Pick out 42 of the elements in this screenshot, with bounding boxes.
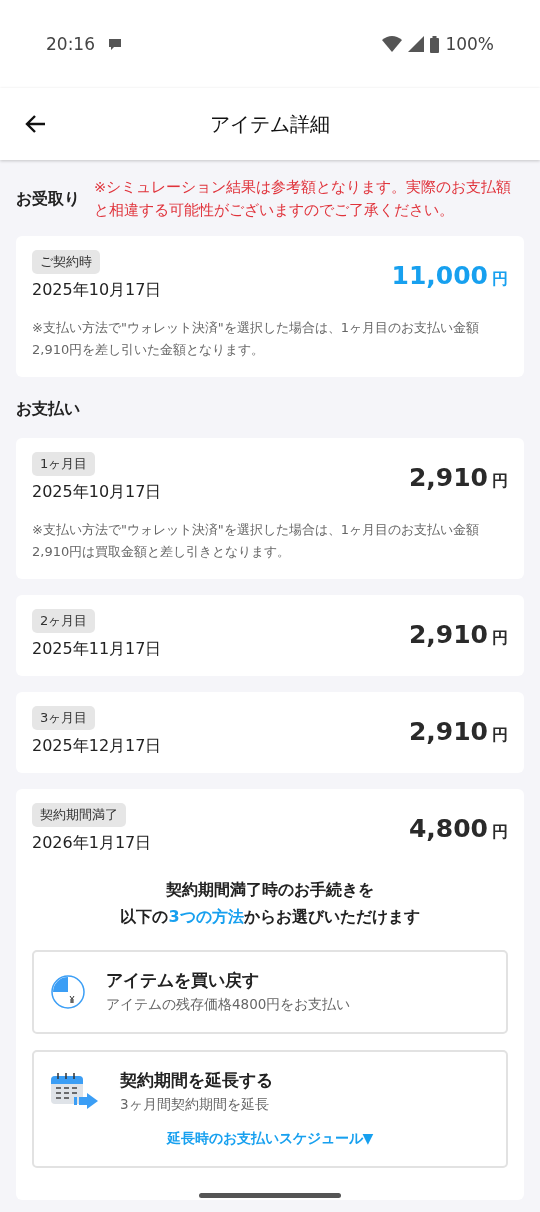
section-heading: お受取り [16, 188, 80, 210]
page-title: アイテム詳細 [210, 110, 330, 138]
option-card[interactable]: 契約期間を延長する 3ヶ月間契約期間を延長 延長時のお支払いスケジュール▼ [32, 1050, 508, 1168]
signal-icon [408, 36, 425, 52]
date-text: 2025年10月17日 [32, 280, 162, 301]
battery-percent: 100% [445, 34, 494, 54]
currency-unit: 円 [492, 269, 508, 290]
period-tag: 契約期間満了 [32, 803, 126, 827]
status-time: 20:16 [46, 34, 95, 54]
date-text: 2025年12月17日 [32, 736, 162, 757]
period-tag: 3ヶ月目 [32, 706, 96, 730]
pie-coin-icon [50, 974, 86, 1010]
option-subtitle: アイテムの残存価格4800円をお支払い [106, 996, 351, 1014]
option-title: アイテムを買い戻す [106, 970, 260, 992]
amount-text: 2,910 [408, 463, 488, 492]
battery-icon [430, 35, 440, 53]
currency-unit: 円 [492, 822, 508, 843]
amount-text: 2,910 [408, 620, 488, 649]
currency-unit: 円 [492, 725, 508, 746]
period-tag: ご契約時 [32, 250, 100, 274]
date-text: 2025年11月17日 [32, 639, 162, 660]
note-text: ※支払い方法で"ウォレット決済"を選択した場合は、1ヶ月目のお支払い金額2,910円を差し引いた金額となります。 [32, 319, 481, 359]
notice-text: ※シミュレーション結果は参考額となります。実際のお支払額と相違する可能性がございますのでご了承ください。 [94, 178, 513, 220]
note-text: ※支払い方法で"ウォレット決済"を選択した場合は、1ヶ月目のお支払い金額2,910円は買取金額と差し引きとなります。 [32, 521, 481, 561]
calendar-arrow-icon [50, 1073, 100, 1111]
currency-unit: 円 [492, 471, 508, 492]
option-subtitle: 3ヶ月間契約期間を延長 [120, 1096, 270, 1114]
currency-unit: 円 [492, 628, 508, 649]
amount-text: 2,910 [408, 717, 488, 746]
period-tag: 1ヶ月目 [32, 452, 96, 476]
chat-bubble-icon [107, 36, 123, 52]
amount-text: 4,800 [408, 814, 488, 843]
intro-text: 以下の3つの方法からお選びいただけます [120, 906, 420, 928]
section-heading: お支払い [16, 399, 80, 420]
option-card[interactable]: アイテムを買い戻す アイテムの残存価格4800円をお支払い [32, 950, 508, 1034]
date-text: 2026年1月17日 [32, 833, 152, 854]
amount-text: 11,000 [391, 261, 488, 290]
wifi-icon [382, 36, 403, 52]
date-text: 2025年10月17日 [32, 482, 162, 503]
period-tag: 2ヶ月目 [32, 609, 96, 633]
intro-text: 契約期間満了時のお手続きを [166, 879, 374, 901]
option-title: 契約期間を延長する [120, 1070, 273, 1092]
